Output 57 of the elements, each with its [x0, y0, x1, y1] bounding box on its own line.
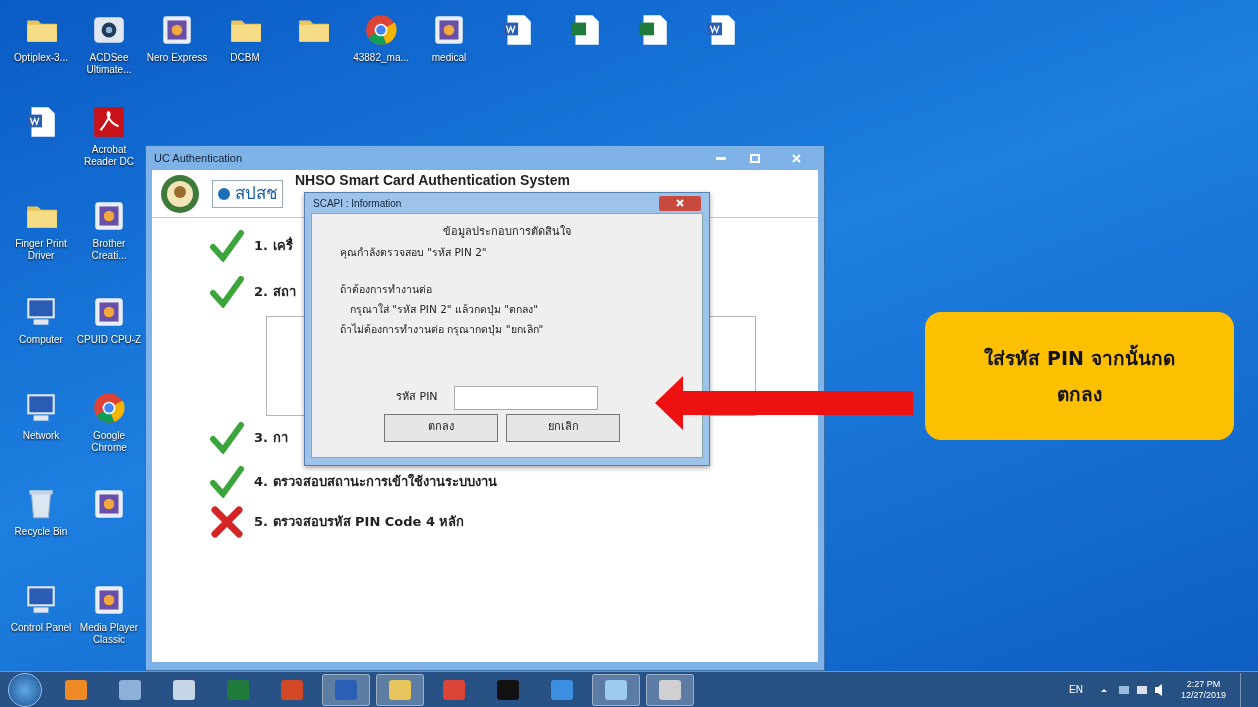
window-title: UC Authentication [154, 150, 243, 166]
maximize-icon [750, 153, 760, 163]
desktop-icon-label[interactable]: CPUID CPU-Z [76, 334, 142, 346]
desktop-icon-label[interactable]: Control Panel [8, 622, 74, 634]
step-label: 3. กา [254, 429, 288, 448]
desktop-icon-label[interactable]: Nero Express [144, 52, 210, 64]
desktop-icon-label[interactable]: Brother Creati... [76, 238, 142, 262]
minimize-icon [716, 156, 726, 160]
desktop-icon-label[interactable]: Recycle Bin [8, 526, 74, 538]
desktop-icon-label[interactable]: DCBM [212, 52, 278, 64]
callout-text: ใส่รหัส PIN จากนั้นกด [984, 343, 1175, 371]
desktop-icon-label[interactable]: Computer [8, 334, 74, 346]
dialog-message: ถ้าไม่ต้องการทำงานต่อ กรุณากดปุ่ม "ยกเลิก" [340, 321, 545, 338]
desktop-icon-label[interactable]: medical [416, 52, 482, 64]
step-label: 1. เครื่ [254, 236, 293, 256]
pdf-icon[interactable] [91, 104, 127, 140]
desktop-icon-label[interactable]: ACDSee Ultimate... [76, 52, 142, 76]
desktop-icon-label[interactable]: Google Chrome [76, 430, 142, 454]
taskbar-button[interactable] [376, 673, 424, 706]
desktop-icon-label[interactable]: Optiplex-3... [8, 52, 74, 64]
desktop-icon-label[interactable]: Media Player Classic [76, 622, 142, 646]
dialog-heading: ข้อมูลประกอบการตัดสินใจ [442, 224, 572, 240]
dialog-message: กรุณาใส่ "รหัส PIN 2" แล้วกดปุ่ม "ตกลง" [349, 302, 539, 318]
arrow-icon [655, 376, 913, 430]
taskbar-button[interactable] [322, 673, 370, 706]
step-label: 4. ตรวจสอบสถานะการเข้าใช้งานระบบงาน [254, 472, 497, 492]
app-header-title: NHSO Smart Card Authentication System [295, 172, 570, 188]
step-label: 2. สถา [254, 283, 296, 302]
taskbar-button[interactable] [646, 673, 694, 706]
seal-logo [160, 173, 200, 214]
pin-input-field[interactable] [453, 385, 598, 410]
desktop-icon-label[interactable]: Finger Print Driver [8, 238, 74, 262]
clock-time[interactable]: 2:27 PM [1186, 678, 1221, 690]
desktop-icon-label[interactable]: 43882_ma... [348, 52, 414, 64]
dialog-title: SCAPI : Information [313, 196, 402, 211]
callout-text: ตกลง [1057, 382, 1102, 407]
cross-mark-icon [210, 506, 244, 538]
close-icon [791, 153, 801, 163]
dialog-message: ถ้าต้องการทำงานต่อ [340, 282, 433, 298]
pin-label: รหัส PIN [396, 389, 438, 406]
nhso-logo: สปสช [212, 179, 283, 208]
desktop-icon-label[interactable]: Network [8, 430, 74, 442]
check-mark-icon [210, 276, 244, 308]
dialog-button[interactable]: ตกลง [384, 413, 498, 442]
taskbar-button[interactable] [592, 673, 640, 706]
start-button[interactable] [8, 672, 42, 707]
dialog-button[interactable]: ยกเลิก [506, 413, 620, 442]
check-mark-icon [210, 422, 244, 454]
close-button[interactable] [659, 195, 701, 211]
step-label: 5. ตรวจสอบรหัส PIN Code 4 หลัก [254, 513, 465, 532]
desktop-icon-label[interactable]: Acrobat Reader DC [76, 144, 142, 168]
check-mark-icon [210, 230, 244, 262]
dialog-message: คุณกำลังตรวจสอบ "รหัส PIN 2" [340, 244, 488, 261]
clock-date[interactable]: 12/27/2019 [1180, 689, 1226, 701]
close-icon [676, 199, 684, 207]
check-mark-icon [210, 466, 244, 498]
language-indicator[interactable]: EN [1069, 682, 1083, 697]
